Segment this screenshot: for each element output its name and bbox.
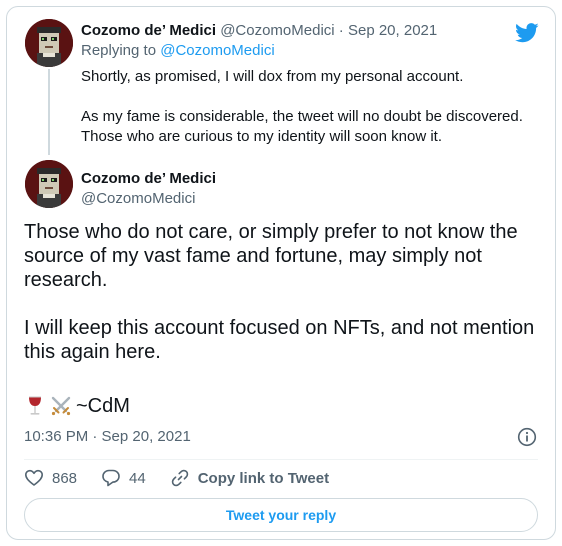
info-icon[interactable] (517, 427, 537, 447)
actions-divider (24, 459, 538, 460)
main-tweet-author: Cozomo de’ Medici @CozomoMedici (81, 169, 216, 209)
parent-tweet-date[interactable]: Sep 20, 2021 (348, 22, 437, 39)
replying-to-mention[interactable]: @CozomoMedici (160, 42, 274, 59)
parent-tweet: Cozomo de’ Medici @CozomoMedici · Sep 20… (81, 21, 531, 147)
avatar-art (25, 19, 73, 67)
copy-link-button[interactable]: Copy link to Tweet (170, 468, 329, 488)
tweet-your-reply-button[interactable]: Tweet your reply (24, 498, 538, 532)
reply-bubble-icon (102, 469, 120, 487)
tweet-timestamp[interactable]: 10:36 PM · Sep 20, 2021 (24, 427, 191, 447)
thread-connector-line (48, 69, 50, 155)
replying-to-line: Replying to @CozomoMedici (81, 41, 531, 61)
main-author-avatar[interactable] (25, 160, 73, 208)
header-separator: · (338, 22, 344, 39)
crossed-swords-icon (51, 396, 71, 416)
link-icon (171, 469, 188, 487)
signature-text: ~CdM (76, 395, 130, 417)
parent-author-handle[interactable]: @CozomoMedici (220, 22, 334, 39)
copy-link-label: Copy link to Tweet (197, 469, 330, 487)
tweet-signature: ~CdM (24, 393, 130, 419)
main-author-name[interactable]: Cozomo de’ Medici (81, 169, 216, 189)
reply-count: 44 (129, 469, 146, 487)
avatar-art (25, 160, 73, 208)
replying-to-prefix: Replying to (81, 42, 161, 59)
tweet-actions: 868 44 Copy link to Tweet (24, 463, 353, 493)
tweet-embed-card: Cozomo de’ Medici @CozomoMedici · Sep 20… (6, 6, 556, 540)
parent-author-name[interactable]: Cozomo de’ Medici (81, 22, 216, 39)
heart-icon (25, 469, 43, 486)
parent-tweet-text: Shortly, as promised, I will dox from my… (81, 68, 523, 145)
like-count: 868 (52, 469, 78, 487)
parent-tweet-header: Cozomo de’ Medici @CozomoMedici · Sep 20… (81, 21, 531, 41)
like-button[interactable]: 868 (24, 468, 77, 488)
parent-author-avatar[interactable] (25, 19, 73, 67)
main-tweet-text: Those who do not care, or simply prefer … (24, 221, 535, 363)
main-author-handle[interactable]: @CozomoMedici (81, 189, 216, 209)
reply-button[interactable]: 44 (101, 468, 146, 488)
wine-glass-icon (29, 396, 41, 415)
